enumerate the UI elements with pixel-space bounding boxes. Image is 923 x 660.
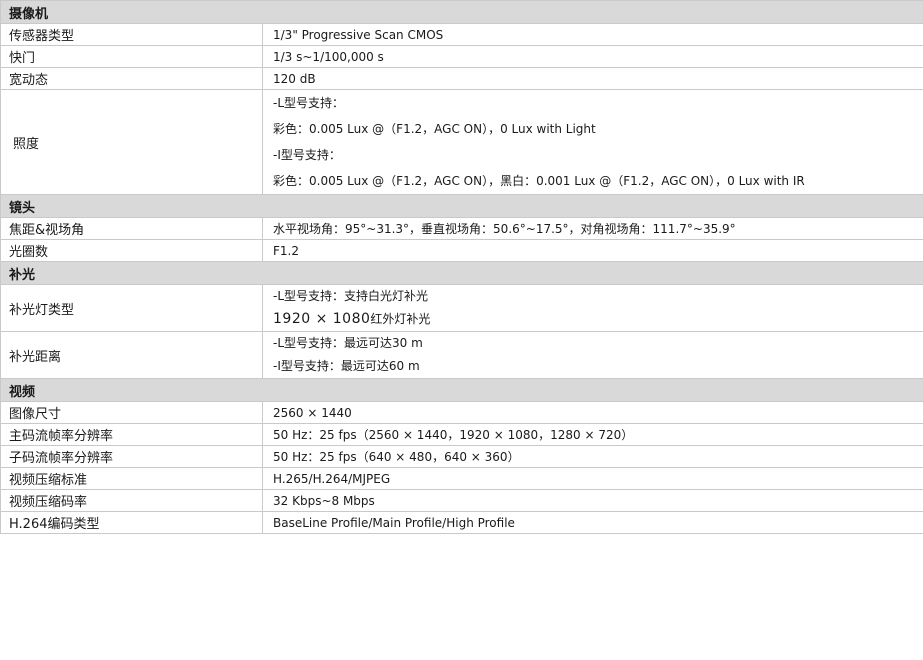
section-video: 视频	[0, 378, 923, 402]
spec-table: 摄像机 传感器类型 1/3" Progressive Scan CMOS 快门 …	[0, 0, 923, 534]
row-value: BaseLine Profile/Main Profile/High Profi…	[261, 511, 923, 534]
row-label: 焦距&视场角	[0, 217, 263, 240]
table-row: 视频压缩码率 32 Kbps~8 Mbps	[0, 489, 923, 512]
value-text: 红外灯补光	[370, 312, 431, 326]
section-title: 镜头	[0, 194, 923, 218]
row-value: 32 Kbps~8 Mbps	[261, 489, 923, 512]
row-label: 视频压缩码率	[0, 489, 263, 512]
row-value: 1/3" Progressive Scan CMOS	[261, 23, 923, 46]
row-value: 50 Hz：25 fps（640 × 480，640 × 360）	[261, 445, 923, 468]
row-value: 水平视场角：95°~31.3°，垂直视场角：50.6°~17.5°，对角视场角：…	[261, 217, 923, 240]
row-value: -L型号支持： 彩色：0.005 Lux @（F1.2，AGC ON），0 Lu…	[261, 89, 923, 195]
value-line: -I型号支持：最远可达60 m	[273, 359, 420, 373]
value-line: -L型号支持：支持白光灯补光	[273, 289, 429, 303]
row-value: 120 dB	[261, 67, 923, 90]
value-line: 彩色：0.005 Lux @（F1.2，AGC ON），黑白：0.001 Lux…	[273, 174, 805, 188]
table-row: 照度 -L型号支持： 彩色：0.005 Lux @（F1.2，AGC ON），0…	[0, 89, 923, 195]
row-label: 宽动态	[0, 67, 263, 90]
table-row: 主码流帧率分辨率 50 Hz：25 fps（2560 × 1440，1920 ×…	[0, 423, 923, 446]
row-label: 视频压缩标准	[0, 467, 263, 490]
section-lens: 镜头	[0, 194, 923, 218]
section-supplement-light: 补光	[0, 261, 923, 285]
table-row: 光圈数 F1.2	[0, 239, 923, 262]
row-value: 1/3 s~1/100,000 s	[261, 45, 923, 68]
row-value: -L型号支持：支持白光灯补光 1920 × 1080红外灯补光	[261, 284, 923, 332]
table-row: 快门 1/3 s~1/100,000 s	[0, 45, 923, 68]
row-value: 50 Hz：25 fps（2560 × 1440，1920 × 1080，128…	[261, 423, 923, 446]
value-line: -I型号支持：	[273, 148, 341, 162]
section-title: 补光	[0, 261, 923, 285]
row-label: 图像尺寸	[0, 401, 263, 424]
row-label: 照度	[0, 89, 263, 195]
table-row: H.264编码类型 BaseLine Profile/Main Profile/…	[0, 511, 923, 534]
row-label: 主码流帧率分辨率	[0, 423, 263, 446]
value-line: -L型号支持：最远可达30 m	[273, 336, 423, 350]
section-camera: 摄像机	[0, 0, 923, 24]
row-label: 快门	[0, 45, 263, 68]
row-label: 传感器类型	[0, 23, 263, 46]
table-row: 传感器类型 1/3" Progressive Scan CMOS	[0, 23, 923, 46]
row-label: 光圈数	[0, 239, 263, 262]
row-label: H.264编码类型	[0, 511, 263, 534]
table-row: 子码流帧率分辨率 50 Hz：25 fps（640 × 480，640 × 36…	[0, 445, 923, 468]
row-label: 补光距离	[0, 331, 263, 379]
section-title: 摄像机	[0, 0, 923, 24]
row-value: 2560 × 1440	[261, 401, 923, 424]
row-label: 补光灯类型	[0, 284, 263, 332]
value-line: 1920 × 1080红外灯补光	[273, 308, 923, 331]
section-title: 视频	[0, 378, 923, 402]
table-row: 图像尺寸 2560 × 1440	[0, 401, 923, 424]
value-line: -L型号支持：	[273, 96, 345, 110]
table-row: 焦距&视场角 水平视场角：95°~31.3°，垂直视场角：50.6°~17.5°…	[0, 217, 923, 240]
resolution-overlay: 1920 × 1080	[273, 311, 371, 327]
row-label: 子码流帧率分辨率	[0, 445, 263, 468]
row-value: -L型号支持：最远可达30 m -I型号支持：最远可达60 m	[261, 331, 923, 379]
value-line: 彩色：0.005 Lux @（F1.2，AGC ON），0 Lux with L…	[273, 122, 596, 136]
table-row: 视频压缩标准 H.265/H.264/MJPEG	[0, 467, 923, 490]
row-value: F1.2	[261, 239, 923, 262]
row-value: H.265/H.264/MJPEG	[261, 467, 923, 490]
table-row: 宽动态 120 dB	[0, 67, 923, 90]
table-row: 补光距离 -L型号支持：最远可达30 m -I型号支持：最远可达60 m	[0, 331, 923, 379]
table-row: 补光灯类型 -L型号支持：支持白光灯补光 1920 × 1080红外灯补光	[0, 284, 923, 332]
